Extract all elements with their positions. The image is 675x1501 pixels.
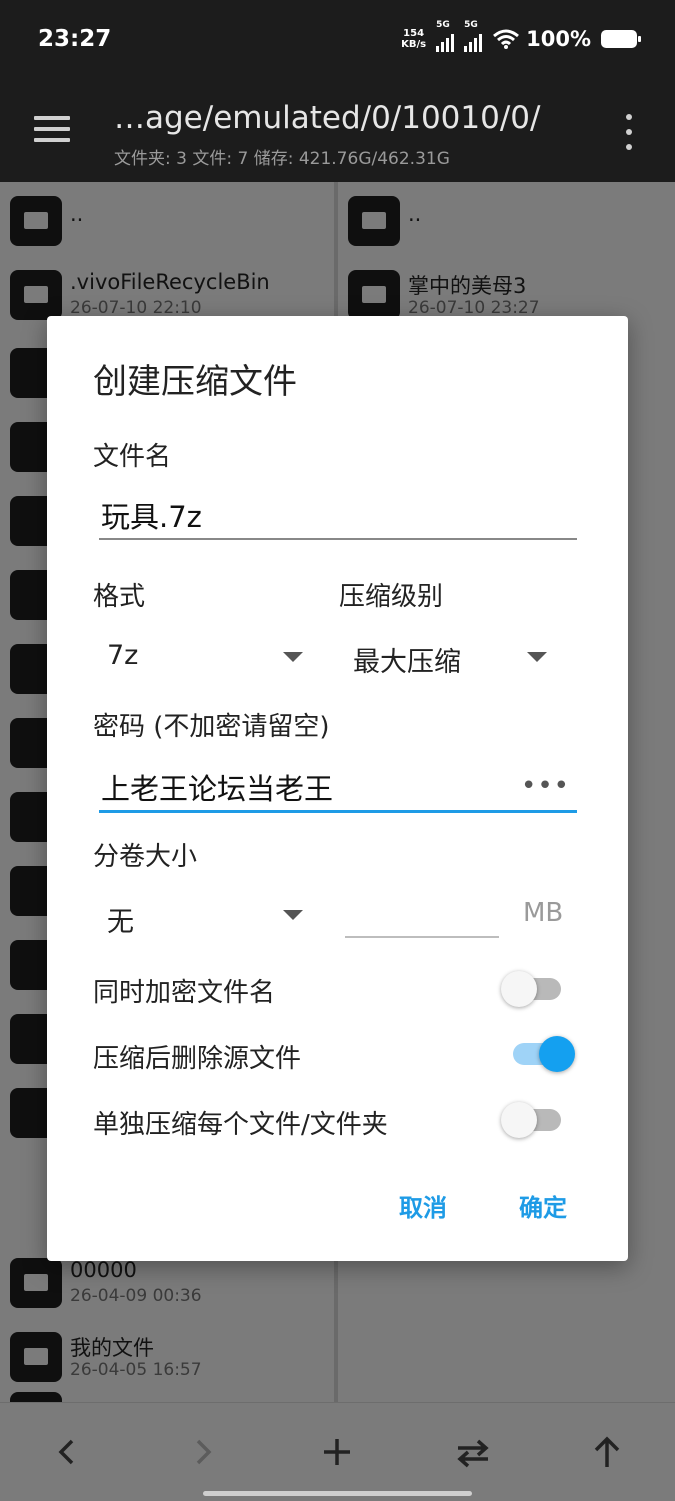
folder-icon <box>10 1258 62 1308</box>
toggle-label: 单独压缩每个文件/文件夹 <box>93 1110 388 1140</box>
password-label: 密码 (不加密请留空) <box>93 712 330 742</box>
current-path: …age/emulated/0/10010/0/ <box>114 100 541 136</box>
toggle-label: 同时加密文件名 <box>93 978 276 1008</box>
password-input[interactable]: 上老王论坛当老王 <box>99 766 577 813</box>
item-name: 00000 <box>70 1258 137 1282</box>
level-value: 最大压缩 <box>353 647 461 678</box>
switch-thumb <box>501 971 537 1007</box>
item-name: 掌中的美母3 <box>408 274 527 298</box>
more-options-icon[interactable] <box>624 114 634 150</box>
list-item[interactable]: .. <box>0 182 334 256</box>
chevron-down-icon <box>527 652 547 662</box>
split-select[interactable]: 无 <box>93 886 313 946</box>
menu-icon[interactable] <box>34 116 70 144</box>
sim1-label: 5G <box>436 20 450 30</box>
forward-icon[interactable] <box>190 1437 216 1467</box>
format-select[interactable]: 7z <box>93 626 313 686</box>
folder-icon <box>348 196 400 246</box>
folder-icon <box>348 270 400 320</box>
split-unit: MB <box>523 898 564 928</box>
compress-separately-switch[interactable] <box>499 1100 569 1140</box>
battery-percent: 100% <box>526 27 591 51</box>
item-date: 26-07-10 23:27 <box>408 298 540 318</box>
format-label: 格式 <box>93 582 146 612</box>
signal-icon: 5G <box>436 20 455 52</box>
status-bar: 23:27 154 KB/s 5G 5G 100% <box>0 0 675 84</box>
switch-thumb <box>539 1036 575 1072</box>
up-icon[interactable] <box>592 1435 622 1469</box>
folder-icon <box>10 1392 62 1402</box>
chevron-down-icon <box>283 652 303 662</box>
bottom-toolbar <box>0 1402 675 1501</box>
dialog-title: 创建压缩文件 <box>93 362 297 402</box>
item-date: 26-04-05 16:57 <box>70 1360 202 1380</box>
storage-summary: 文件夹: 3 文件: 7 储存: 421.76G/462.31G <box>114 149 450 169</box>
item-date: 26-04-09 00:36 <box>70 1286 202 1306</box>
back-icon[interactable] <box>54 1437 80 1467</box>
toggle-label: 压缩后删除源文件 <box>93 1044 302 1074</box>
status-icons: 154 KB/s 5G 5G 100% <box>401 20 641 52</box>
net-speed: 154 KB/s <box>401 28 426 50</box>
folder-icon <box>10 196 62 246</box>
delete-source-switch[interactable] <box>509 1034 579 1074</box>
battery-icon <box>601 30 641 48</box>
split-value: 无 <box>107 907 134 938</box>
cancel-button[interactable]: 取消 <box>399 1188 447 1223</box>
sim2-label: 5G <box>464 20 478 30</box>
encrypt-filenames-switch[interactable] <box>499 970 569 1010</box>
signal-icon-2: 5G <box>464 20 483 52</box>
status-time: 23:27 <box>38 26 112 52</box>
folder-icon <box>10 1332 62 1382</box>
add-icon[interactable] <box>322 1437 352 1467</box>
create-archive-dialog: 创建压缩文件 文件名 玩具.7z 格式 压缩级别 7z 最大压缩 密码 (不加密… <box>47 316 628 1261</box>
format-value: 7z <box>107 640 139 671</box>
app-bar: …age/emulated/0/10010/0/ 文件夹: 3 文件: 7 储存… <box>0 84 675 182</box>
item-name: 我的文件 <box>70 1336 154 1360</box>
chevron-down-icon <box>283 910 303 920</box>
ok-button[interactable]: 确定 <box>519 1188 567 1223</box>
item-name: .vivoFileRecycleBin <box>70 270 270 294</box>
list-item[interactable]: .. <box>338 182 675 256</box>
net-speed-unit: KB/s <box>401 39 427 50</box>
folder-icon <box>10 270 62 320</box>
wifi-icon <box>493 29 520 49</box>
swap-icon[interactable] <box>454 1437 492 1469</box>
net-speed-value: 154 <box>403 28 425 39</box>
item-name: .. <box>408 202 422 226</box>
list-item[interactable]: 我的文件 26-04-05 16:57 <box>0 1318 334 1392</box>
split-size-input[interactable] <box>345 890 499 938</box>
level-label: 压缩级别 <box>339 582 444 612</box>
filename-input[interactable]: 玩具.7z <box>99 494 577 540</box>
split-label: 分卷大小 <box>93 842 198 872</box>
home-indicator[interactable] <box>203 1491 472 1496</box>
item-date: 26-07-10 22:10 <box>70 298 202 318</box>
show-password-icon[interactable]: ••• <box>521 771 570 801</box>
item-name: .. <box>70 202 84 226</box>
filename-label: 文件名 <box>93 442 172 472</box>
switch-thumb <box>501 1102 537 1138</box>
level-select[interactable]: 最大压缩 <box>339 626 569 686</box>
